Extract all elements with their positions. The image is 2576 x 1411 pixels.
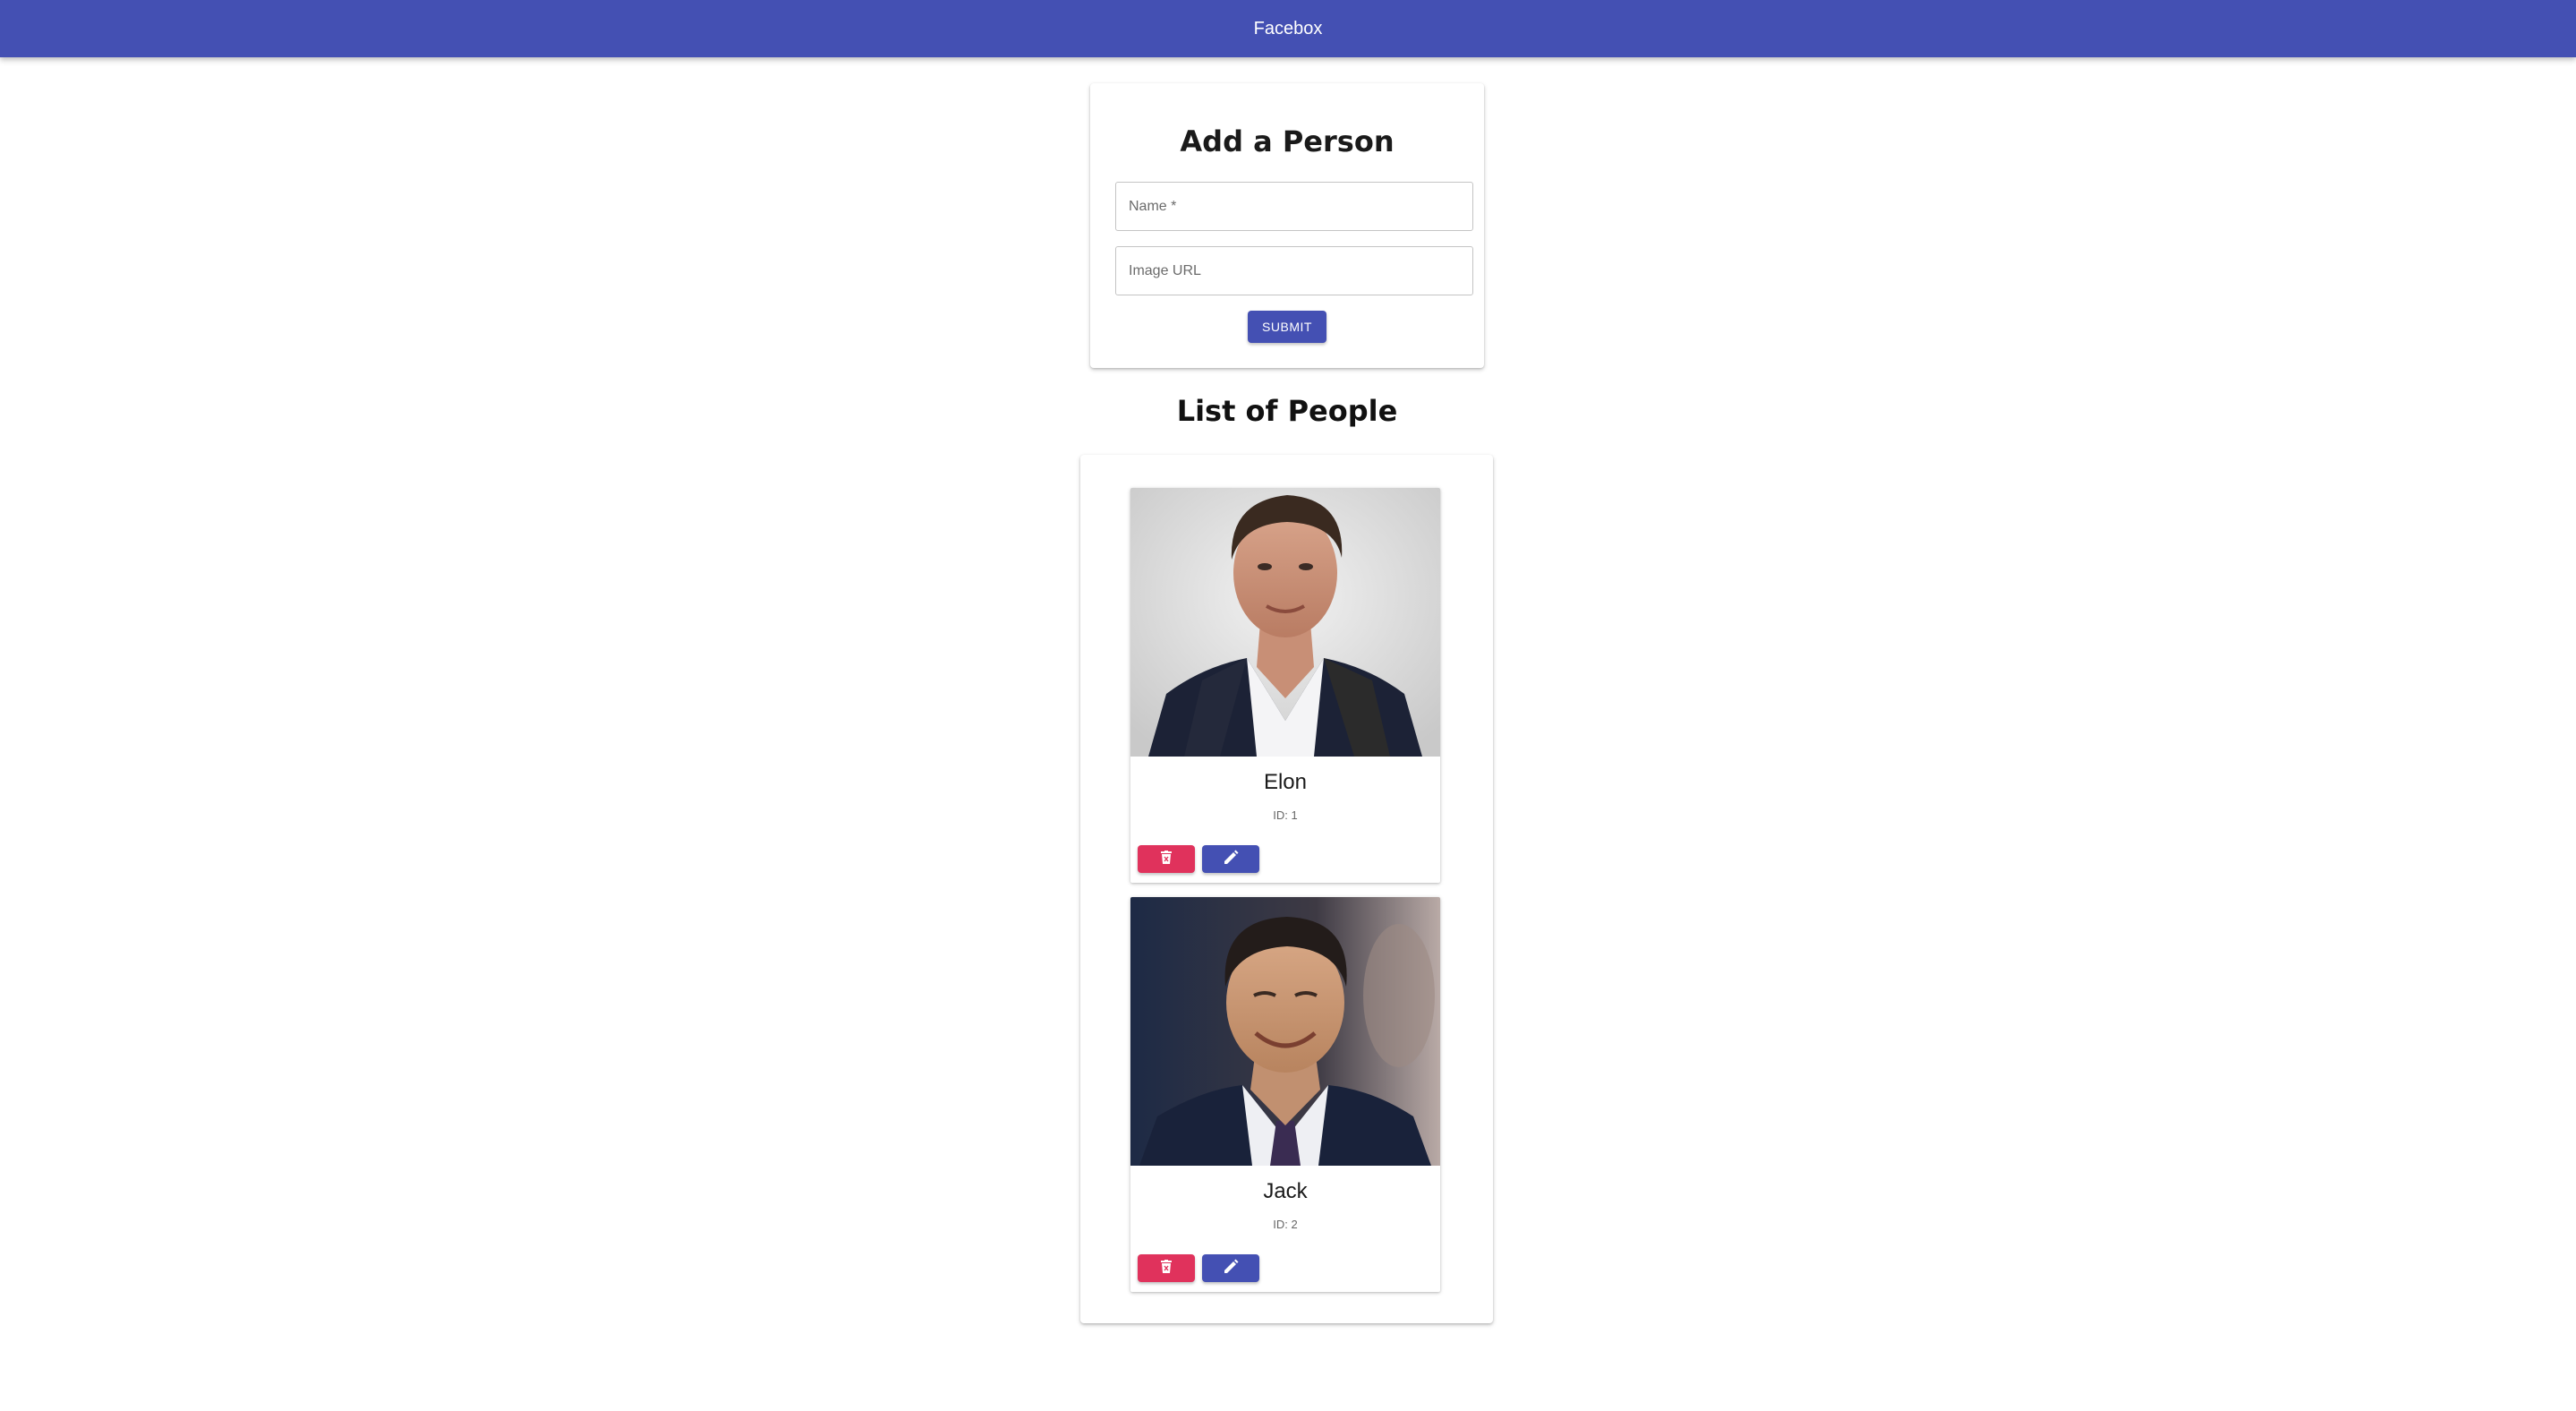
delete-button[interactable] [1138,845,1195,873]
list-title: List of People [1176,394,1398,428]
submit-button[interactable]: SUBMIT [1248,311,1326,343]
app-bar: Facebox [0,0,2576,57]
person-name: Jack [1263,1179,1308,1203]
delete-button[interactable] [1138,1254,1195,1282]
person-card: Elon ID: 1 [1130,488,1440,883]
image-url-field[interactable] [1115,246,1473,295]
people-list: Elon ID: 1 Jack ID: 2 [1080,455,1493,1323]
add-person-form: Add a Person SUBMIT [1090,83,1484,368]
trash-icon [1160,1260,1173,1277]
image-url-input[interactable] [1116,247,1472,295]
pencil-icon [1223,850,1239,868]
person-photo [1130,488,1440,757]
name-input[interactable] [1116,183,1472,230]
pencil-icon [1223,1259,1239,1278]
edit-button[interactable] [1202,845,1259,873]
person-card: Jack ID: 2 [1130,897,1440,1292]
name-field[interactable] [1115,182,1473,231]
form-title: Add a Person [1180,124,1395,158]
app-title: Facebox [1253,18,1323,38]
edit-button[interactable] [1202,1254,1259,1282]
person-id: ID: 2 [1273,1218,1298,1231]
person-name: Elon [1263,770,1308,794]
trash-icon [1160,851,1173,868]
person-photo [1130,897,1440,1166]
person-id: ID: 1 [1273,808,1298,822]
